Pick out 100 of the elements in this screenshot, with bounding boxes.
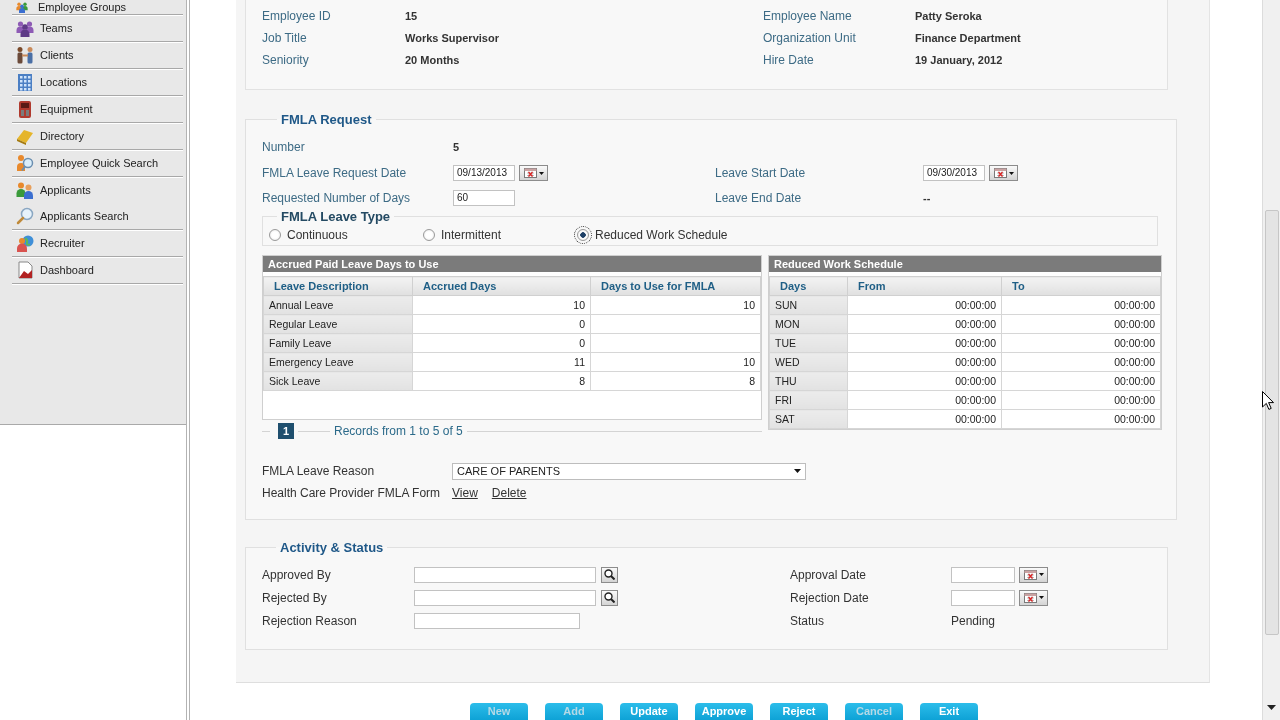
- field-value: 19 January, 2012: [915, 54, 1003, 66]
- text-field[interactable]: 60: [453, 190, 515, 206]
- table-title: Reduced Work Schedule: [769, 256, 1161, 272]
- machine-icon: [16, 100, 34, 118]
- radio-label[interactable]: Intermittent: [441, 228, 502, 242]
- document-icon: [16, 261, 34, 279]
- field-label: Leave Start Date: [715, 166, 806, 180]
- person-search-icon: [16, 154, 34, 172]
- field-value: Finance Department: [915, 32, 1021, 44]
- sidebar-item[interactable]: Locations: [12, 69, 183, 95]
- person-globe-icon: [16, 234, 34, 252]
- date-field[interactable]: [951, 589, 1015, 606]
- text-field[interactable]: [414, 612, 580, 629]
- calendar-icon: [523, 168, 537, 178]
- caret-down-icon: [1038, 596, 1044, 599]
- calendar-icon: [993, 168, 1007, 178]
- field-label: Rejection Reason: [262, 613, 357, 628]
- column-header[interactable]: To: [1001, 276, 1161, 296]
- section-title: Activity & Status: [279, 540, 385, 555]
- caret-down-icon: [538, 171, 544, 175]
- field-value: Patty Seroka: [915, 10, 982, 22]
- sidebar-item[interactable]: Applicants Search: [12, 203, 183, 229]
- column-header[interactable]: Accrued Days: [412, 276, 591, 296]
- field-label: Organization Unit: [763, 31, 856, 45]
- calendar-button[interactable]: [989, 165, 1018, 181]
- people-group-icon: [16, 1, 28, 13]
- sidebar-item[interactable]: Recruiter: [12, 230, 183, 256]
- radio-button[interactable]: [577, 229, 589, 241]
- scroll-thumb[interactable]: [1264, 210, 1279, 635]
- date-field[interactable]: [951, 566, 1015, 583]
- field-label: Leave End Date: [715, 191, 802, 205]
- calendar-icon: [1023, 569, 1037, 580]
- field-label: Hire Date: [763, 53, 814, 67]
- building-icon: [16, 73, 34, 91]
- radio-button[interactable]: [269, 229, 281, 241]
- sidebar-item[interactable]: Teams: [12, 15, 183, 41]
- field-label: Health Care Provider FMLA Form: [262, 486, 441, 500]
- field-value: 5: [453, 141, 460, 153]
- column-header[interactable]: Leave Description: [263, 276, 413, 296]
- field-label: Approval Date: [790, 567, 867, 582]
- field-label: Employee ID: [262, 9, 331, 23]
- pointer-icon: [1262, 391, 1274, 410]
- field-label: Rejected By: [262, 590, 327, 605]
- text-field[interactable]: [414, 589, 596, 606]
- two-people-icon: [16, 46, 34, 64]
- form-link[interactable]: Delete: [491, 486, 527, 500]
- field-label: FMLA Leave Reason: [262, 464, 375, 478]
- field-label: Approved By: [262, 567, 331, 582]
- date-field[interactable]: 09/13/2013: [453, 165, 515, 181]
- field-label: Status: [790, 613, 825, 628]
- search-button[interactable]: [601, 589, 618, 606]
- field-value: 20 Months: [405, 54, 460, 66]
- scrollbar[interactable]: [1262, 0, 1280, 720]
- section-title: FMLA Leave Type: [280, 209, 392, 224]
- sidebar-item[interactable]: Clients: [12, 42, 183, 68]
- reason-select[interactable]: CARE OF PARENTS: [452, 462, 806, 480]
- sidebar-item[interactable]: Employee Quick Search: [12, 150, 183, 176]
- search-button[interactable]: [601, 566, 618, 583]
- radio-label[interactable]: Continuous: [287, 228, 348, 242]
- field-value: 15: [405, 10, 418, 22]
- search-icon: [16, 207, 34, 225]
- sidebar-item[interactable]: Applicants: [12, 177, 183, 203]
- search-icon: [604, 569, 615, 580]
- caret-down-icon: [1038, 573, 1044, 576]
- column-header[interactable]: Days: [769, 276, 848, 296]
- field-label: Number: [262, 140, 305, 154]
- calendar-button[interactable]: [1019, 589, 1048, 606]
- field-label: Requested Number of Days: [262, 191, 411, 205]
- caret-down-icon: [1008, 171, 1014, 175]
- text-field[interactable]: [414, 566, 596, 583]
- table-title: Accrued Paid Leave Days to Use: [263, 256, 761, 272]
- field-label: Rejection Date: [790, 590, 869, 605]
- people-group-icon: [16, 19, 34, 37]
- sidebar-item[interactable]: Dashboard: [12, 257, 183, 283]
- people-icon: [16, 181, 34, 199]
- field-value: Pending: [951, 613, 996, 628]
- page-button[interactable]: 1: [278, 423, 294, 439]
- caret-down-icon: [794, 469, 801, 473]
- column-header[interactable]: From: [847, 276, 1002, 296]
- field-label: Employee Name: [763, 9, 852, 23]
- calendar-button[interactable]: [1019, 566, 1048, 583]
- column-header[interactable]: Days to Use for FMLA: [590, 276, 761, 296]
- records-count: Records from 1 to 5 of 5: [334, 424, 463, 438]
- date-field[interactable]: 09/30/2013: [923, 165, 985, 181]
- section-title: FMLA Request: [280, 112, 373, 127]
- calendar-button[interactable]: [519, 165, 548, 181]
- search-icon: [604, 592, 615, 603]
- field-label: Seniority: [262, 53, 309, 67]
- sidebar-item[interactable]: Employee Groups: [12, 0, 183, 14]
- field-label: Job Title: [262, 31, 307, 45]
- field-label: FMLA Leave Request Date: [262, 166, 407, 180]
- book-icon: [16, 127, 34, 145]
- calendar-icon: [1023, 592, 1037, 603]
- form-link[interactable]: View: [452, 486, 478, 500]
- radio-label[interactable]: Reduced Work Schedule: [595, 228, 728, 242]
- field-value: Works Supervisor: [405, 32, 499, 44]
- arrow-down-icon[interactable]: [1267, 705, 1276, 710]
- radio-button[interactable]: [423, 229, 435, 241]
- sidebar-item[interactable]: Directory: [12, 123, 183, 149]
- sidebar-item[interactable]: Equipment: [12, 96, 183, 122]
